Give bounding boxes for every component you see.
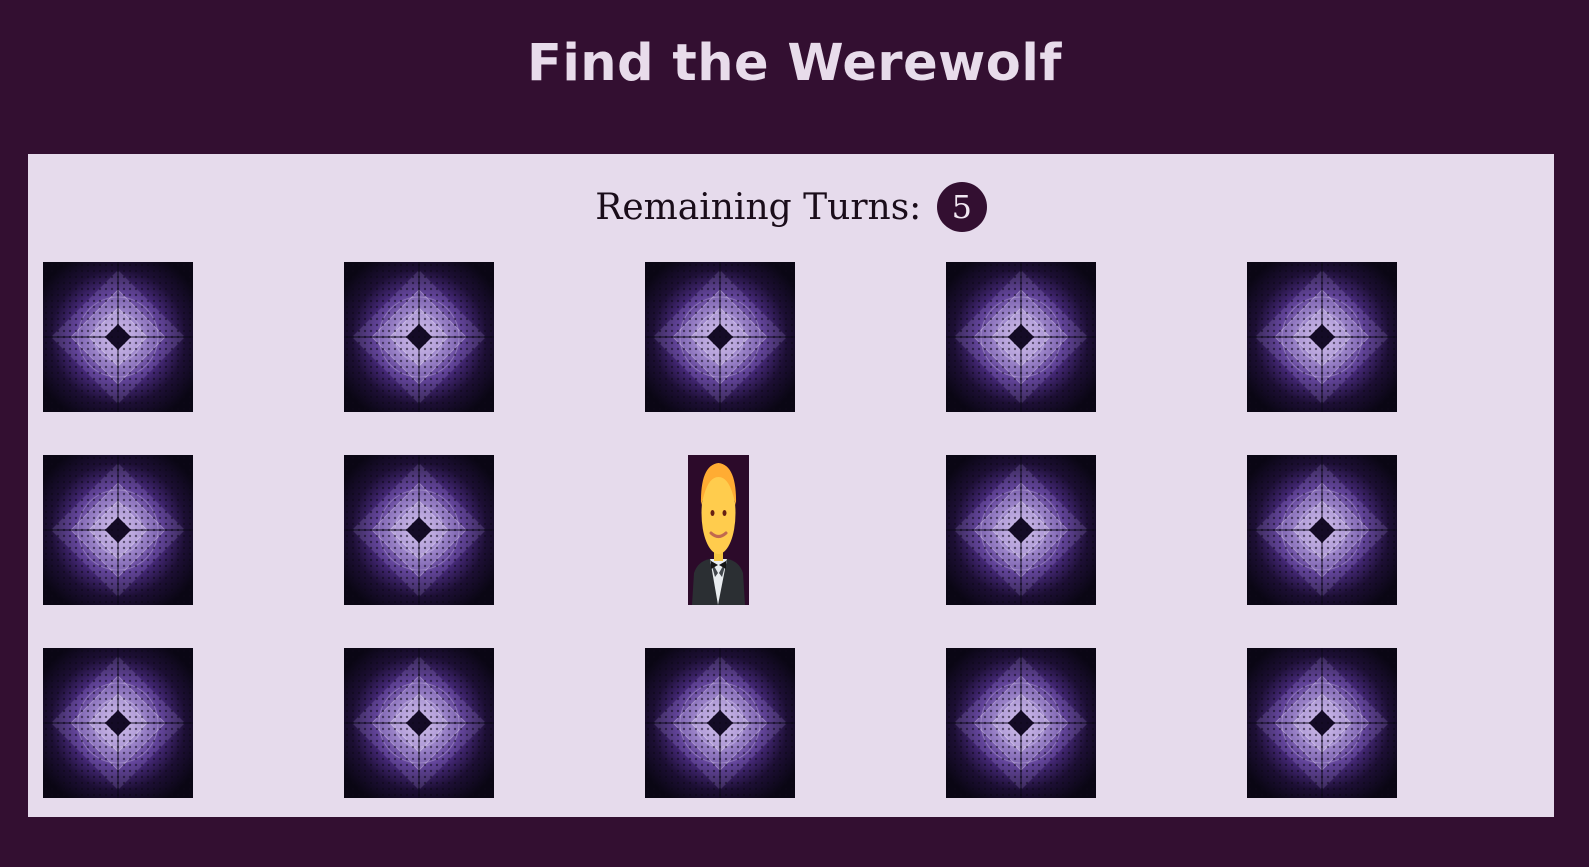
card-back-pattern: [43, 455, 193, 605]
card-back-pattern: [1247, 648, 1397, 798]
hidden-card[interactable]: [946, 455, 1096, 605]
card-back-pattern: [1247, 262, 1397, 412]
hidden-card[interactable]: [344, 455, 494, 605]
hidden-card[interactable]: [645, 648, 795, 798]
hidden-card[interactable]: [43, 262, 193, 412]
hidden-card[interactable]: [344, 262, 494, 412]
card-back-pattern: [946, 648, 1096, 798]
remaining-turns: Remaining Turns: 5: [28, 182, 1554, 235]
card-back-pattern: [946, 262, 1096, 412]
card-back-pattern: [344, 648, 494, 798]
card-back-pattern: [645, 262, 795, 412]
hidden-card[interactable]: [43, 648, 193, 798]
card-back-pattern: [43, 262, 193, 412]
hidden-card[interactable]: [946, 262, 1096, 412]
card-back-pattern: [43, 648, 193, 798]
hidden-card[interactable]: [43, 455, 193, 605]
remaining-turns-count: 5: [936, 182, 987, 232]
revealed-card[interactable]: [645, 455, 795, 605]
card-back-pattern: [1247, 455, 1397, 605]
card-back-pattern: [946, 455, 1096, 605]
game-board: Remaining Turns: 5: [28, 154, 1554, 817]
remaining-turns-label: Remaining Turns:: [595, 187, 922, 228]
page-title: Find the Werewolf: [526, 34, 1062, 93]
hidden-card[interactable]: [1247, 648, 1397, 798]
card-back-pattern: [344, 455, 494, 605]
hidden-card[interactable]: [1247, 262, 1397, 412]
hidden-card[interactable]: [1247, 455, 1397, 605]
hidden-card[interactable]: [344, 648, 494, 798]
card-back-pattern: [645, 648, 795, 798]
hidden-card[interactable]: [946, 648, 1096, 798]
card-back-pattern: [344, 262, 494, 412]
man-in-tuxedo-icon: [688, 455, 749, 605]
hidden-card[interactable]: [645, 262, 795, 412]
